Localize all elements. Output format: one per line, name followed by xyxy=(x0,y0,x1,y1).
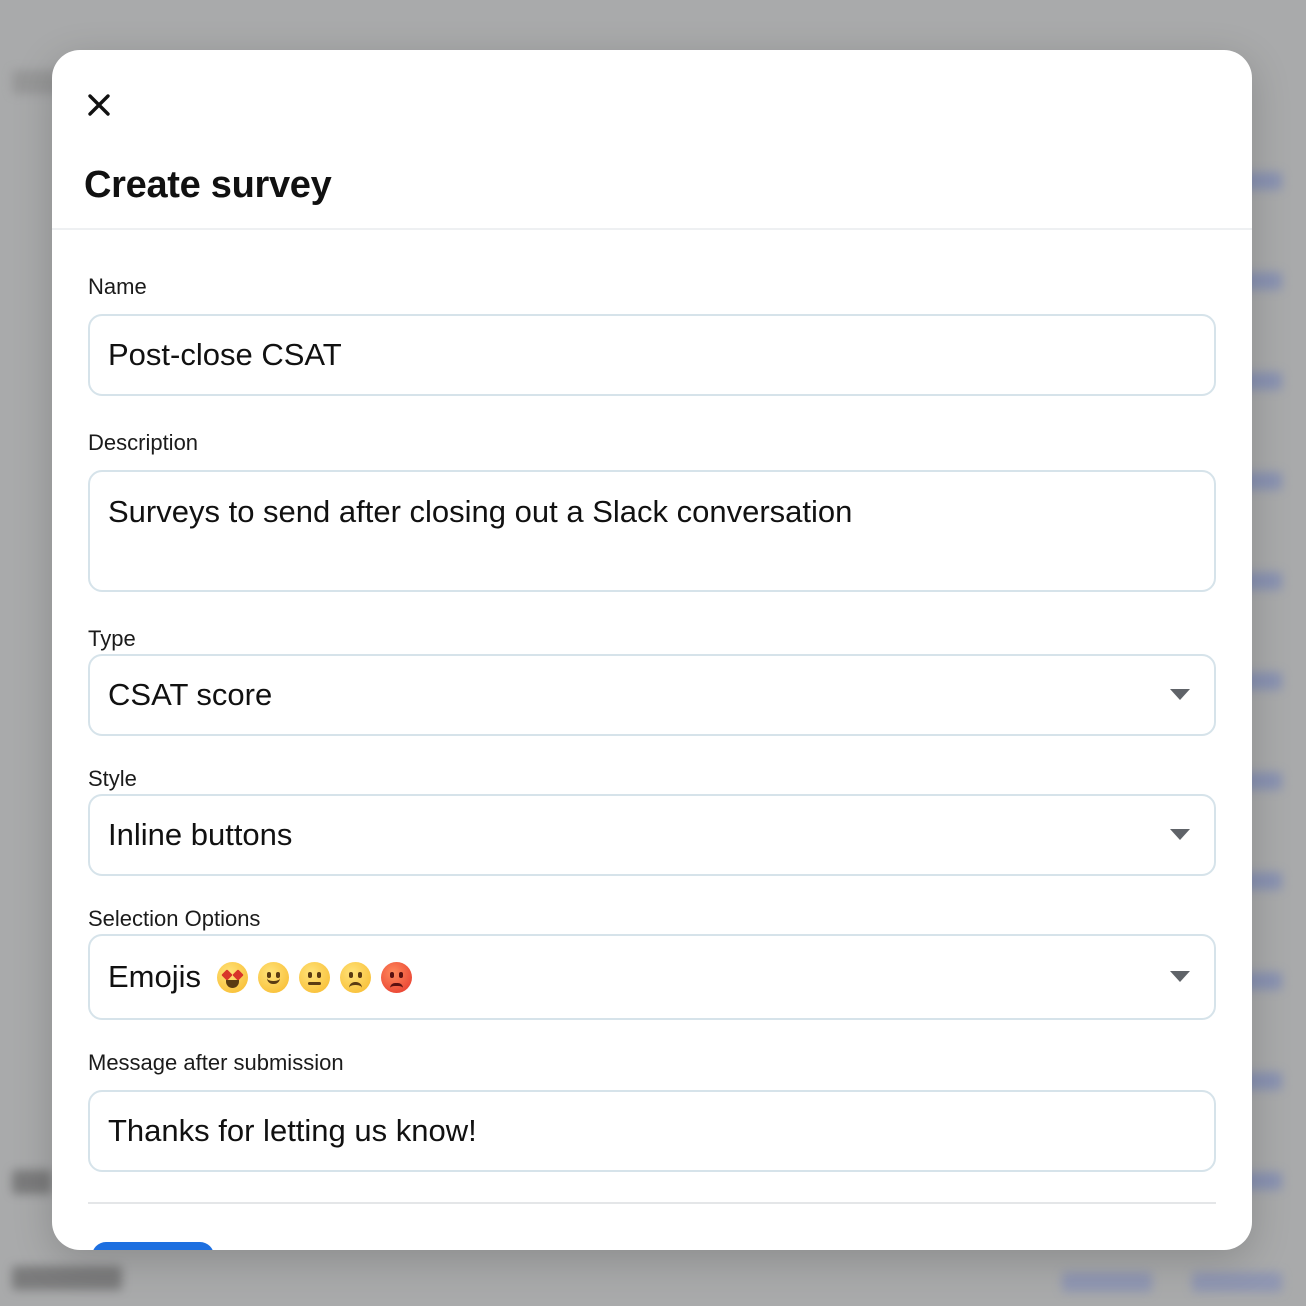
star-struck-emoji-icon xyxy=(217,961,249,993)
name-input[interactable]: Post-close CSAT xyxy=(88,314,1216,396)
submit-button[interactable] xyxy=(92,1242,214,1250)
modal-header: Create survey xyxy=(52,50,1252,230)
message-after-submission-label: Message after submission xyxy=(88,1050,344,1075)
type-select[interactable]: CSAT score xyxy=(88,654,1216,736)
chevron-down-icon xyxy=(1170,829,1190,840)
style-select-value: Inline buttons xyxy=(108,817,293,852)
message-after-submission-value: Thanks for letting us know! xyxy=(108,1113,477,1148)
form-divider xyxy=(88,1202,1216,1204)
create-survey-modal: Create survey Name Post-close CSAT Descr… xyxy=(52,50,1252,1250)
disappointed-emoji-icon xyxy=(340,961,372,993)
type-label: Type xyxy=(88,626,136,651)
close-button[interactable] xyxy=(84,90,114,120)
description-textarea[interactable]: Surveys to send after closing out a Slac… xyxy=(88,470,1216,592)
style-label: Style xyxy=(88,766,137,791)
chevron-down-icon xyxy=(1170,971,1190,982)
name-input-value: Post-close CSAT xyxy=(108,337,342,372)
neutral-emoji-icon xyxy=(299,961,331,993)
angry-emoji-icon xyxy=(381,961,413,993)
modal-title: Create survey xyxy=(84,164,332,206)
chevron-down-icon xyxy=(1170,689,1190,700)
slightly-smiling-emoji-icon xyxy=(258,961,290,993)
selection-options-label: Selection Options xyxy=(88,906,261,931)
close-icon xyxy=(88,94,110,116)
type-select-value: CSAT score xyxy=(108,677,273,712)
selection-options-value: Emojis xyxy=(108,959,202,994)
style-select[interactable]: Inline buttons xyxy=(88,794,1216,876)
name-label: Name xyxy=(88,274,147,299)
message-after-submission-input[interactable]: Thanks for letting us know! xyxy=(88,1090,1216,1172)
selection-options-select[interactable]: Emojis xyxy=(88,934,1216,1020)
emoji-preview-row xyxy=(217,961,413,993)
description-label: Description xyxy=(88,430,199,455)
description-textarea-value: Surveys to send after closing out a Slac… xyxy=(108,494,853,529)
